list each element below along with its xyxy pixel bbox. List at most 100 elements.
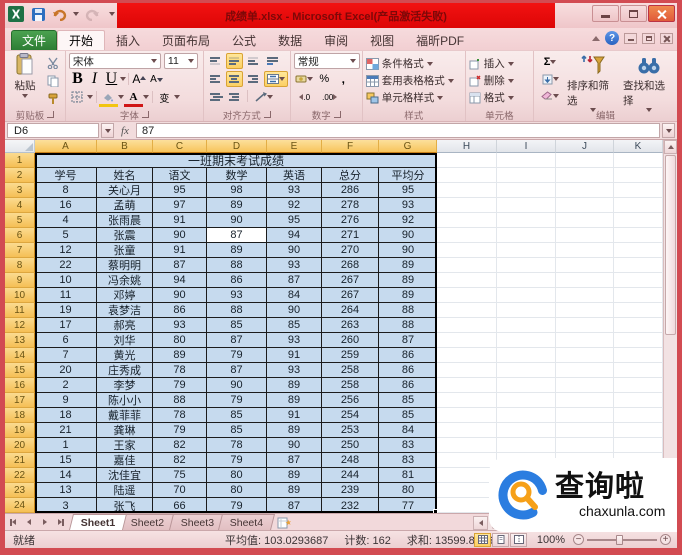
cell[interactable]: 276 bbox=[322, 213, 379, 228]
cell[interactable]: 78 bbox=[153, 363, 207, 378]
borders-dropdown-icon[interactable] bbox=[86, 95, 93, 99]
cell[interactable]: 79 bbox=[207, 498, 267, 513]
align-center-button[interactable] bbox=[225, 71, 243, 87]
sheet-tab-Sheet2[interactable]: Sheet2 bbox=[119, 514, 177, 530]
cell[interactable] bbox=[556, 408, 614, 423]
decrease-indent-button[interactable] bbox=[207, 89, 224, 105]
cell[interactable]: 嘉佳 bbox=[97, 453, 153, 468]
cell[interactable]: 79 bbox=[207, 453, 267, 468]
cell[interactable]: 70 bbox=[153, 483, 207, 498]
cell[interactable]: 袁梦洁 bbox=[97, 303, 153, 318]
cell[interactable]: 95 bbox=[153, 183, 207, 198]
cell[interactable] bbox=[437, 363, 497, 378]
cell[interactable]: 88 bbox=[379, 318, 437, 333]
cell[interactable]: 李梦 bbox=[97, 378, 153, 393]
cell[interactable] bbox=[614, 153, 663, 168]
row-header-12[interactable]: 12 bbox=[5, 318, 35, 333]
align-middle-button[interactable] bbox=[225, 53, 243, 69]
row-header-4[interactable]: 4 bbox=[5, 198, 35, 213]
tab-福昕PDF[interactable]: 福昕PDF bbox=[405, 30, 475, 50]
cell[interactable]: 陆遥 bbox=[97, 483, 153, 498]
zoom-track[interactable] bbox=[587, 534, 657, 545]
fill-color-button[interactable] bbox=[98, 89, 118, 107]
format-painter-button[interactable] bbox=[44, 91, 61, 107]
cell[interactable] bbox=[497, 168, 556, 183]
cell[interactable] bbox=[497, 333, 556, 348]
tab-开始[interactable]: 开始 bbox=[57, 30, 106, 50]
cell[interactable]: 90 bbox=[207, 378, 267, 393]
row-header-20[interactable]: 20 bbox=[5, 438, 35, 453]
cell[interactable]: 89 bbox=[267, 483, 322, 498]
cell[interactable]: 253 bbox=[322, 423, 379, 438]
bold-button[interactable]: B bbox=[69, 70, 86, 87]
cell[interactable]: 2 bbox=[35, 378, 97, 393]
cell[interactable]: 267 bbox=[322, 273, 379, 288]
cell[interactable]: 259 bbox=[322, 348, 379, 363]
cell[interactable]: 86 bbox=[379, 363, 437, 378]
cell[interactable]: 270 bbox=[322, 243, 379, 258]
cell[interactable]: 龚琳 bbox=[97, 423, 153, 438]
cell[interactable]: 94 bbox=[153, 273, 207, 288]
cell[interactable]: 81 bbox=[379, 468, 437, 483]
wrap-text-button[interactable] bbox=[264, 53, 281, 69]
help-icon[interactable]: ? bbox=[605, 31, 619, 45]
cell[interactable]: 286 bbox=[322, 183, 379, 198]
insert-cells-button[interactable]: 插入 bbox=[469, 55, 531, 72]
shrink-font-button[interactable]: A bbox=[148, 71, 165, 87]
cell[interactable]: 77 bbox=[379, 498, 437, 513]
insert-worksheet-button[interactable] bbox=[275, 514, 293, 530]
cell[interactable] bbox=[556, 153, 614, 168]
cell[interactable]: 5 bbox=[35, 228, 97, 243]
cell[interactable] bbox=[556, 288, 614, 303]
cell[interactable] bbox=[437, 393, 497, 408]
cell[interactable]: 91 bbox=[153, 243, 207, 258]
grow-font-button[interactable]: A bbox=[131, 71, 148, 87]
workbook-close-button[interactable] bbox=[660, 32, 673, 44]
cell[interactable] bbox=[556, 273, 614, 288]
cell[interactable]: 83 bbox=[379, 438, 437, 453]
cell[interactable]: 232 bbox=[322, 498, 379, 513]
cell[interactable]: 85 bbox=[207, 423, 267, 438]
decrease-decimal-button[interactable]: .00 bbox=[319, 89, 341, 105]
row-header-1[interactable]: 1 bbox=[5, 153, 35, 168]
header-cell-语文[interactable]: 语文 bbox=[153, 168, 207, 183]
cell[interactable]: 79 bbox=[207, 393, 267, 408]
cell[interactable]: 78 bbox=[207, 438, 267, 453]
cell[interactable]: 1 bbox=[35, 438, 97, 453]
cell[interactable] bbox=[437, 183, 497, 198]
cell[interactable]: 21 bbox=[35, 423, 97, 438]
cell[interactable]: 92 bbox=[267, 198, 322, 213]
cell[interactable] bbox=[614, 273, 663, 288]
cell[interactable]: 93 bbox=[267, 363, 322, 378]
cell[interactable] bbox=[437, 168, 497, 183]
first-sheet-button[interactable] bbox=[5, 515, 21, 529]
cell[interactable] bbox=[497, 228, 556, 243]
row-header-3[interactable]: 3 bbox=[5, 183, 35, 198]
cell[interactable]: 93 bbox=[267, 333, 322, 348]
cell[interactable]: 3 bbox=[35, 498, 97, 513]
cell[interactable]: 87 bbox=[267, 453, 322, 468]
header-cell-学号[interactable]: 学号 bbox=[35, 168, 97, 183]
cell[interactable] bbox=[437, 483, 497, 498]
cell[interactable] bbox=[497, 213, 556, 228]
cell[interactable]: 85 bbox=[379, 408, 437, 423]
cell[interactable]: 93 bbox=[153, 318, 207, 333]
close-button[interactable] bbox=[648, 5, 675, 22]
insert-function-button[interactable]: fx bbox=[116, 125, 134, 137]
cell[interactable]: 85 bbox=[267, 318, 322, 333]
cell[interactable]: 戴菲菲 bbox=[97, 408, 153, 423]
cell[interactable]: 79 bbox=[153, 423, 207, 438]
cell[interactable] bbox=[437, 423, 497, 438]
cell[interactable] bbox=[556, 168, 614, 183]
cell[interactable]: 邓婷 bbox=[97, 288, 153, 303]
header-cell-数学[interactable]: 数学 bbox=[207, 168, 267, 183]
cell[interactable]: 91 bbox=[267, 408, 322, 423]
cell[interactable]: 258 bbox=[322, 378, 379, 393]
cell[interactable]: 15 bbox=[35, 453, 97, 468]
cell[interactable]: 88 bbox=[379, 303, 437, 318]
clipboard-dialog-launcher-icon[interactable] bbox=[47, 111, 55, 118]
cell[interactable]: 4 bbox=[35, 213, 97, 228]
cell[interactable]: 郝亮 bbox=[97, 318, 153, 333]
cell[interactable]: 86 bbox=[379, 378, 437, 393]
accounting-format-button[interactable] bbox=[294, 71, 314, 87]
